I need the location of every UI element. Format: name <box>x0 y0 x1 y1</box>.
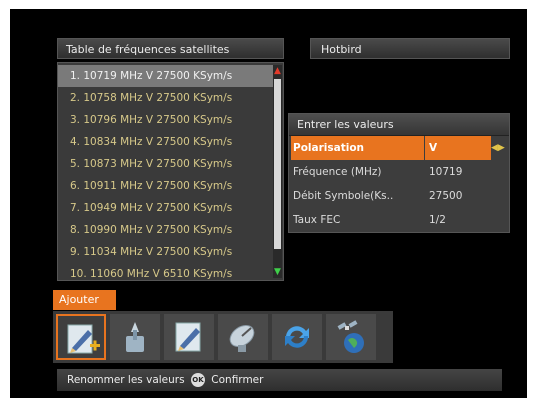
list-scrollbar[interactable]: ▲ ▼ <box>273 65 282 278</box>
scroll-thumb[interactable] <box>274 79 281 249</box>
frequency-list[interactable]: 1. 10719 MHz V 27500 KSym/s 2. 10758 MHz… <box>57 62 284 281</box>
frequency-item[interactable]: 1. 10719 MHz V 27500 KSym/s <box>58 65 275 87</box>
selected-tool-label: Ajouter <box>53 290 116 310</box>
polarisation-row[interactable]: Polarisation V ◀▶ <box>289 136 509 160</box>
symbol-rate-row[interactable]: Débit Symbole(Ks.. 27500 <box>289 184 509 208</box>
symbol-rate-value[interactable]: 27500 <box>429 184 462 208</box>
tools-button[interactable] <box>110 314 160 360</box>
polarisation-label: Polarisation <box>291 136 424 160</box>
dish-button[interactable] <box>218 314 268 360</box>
frequency-table-title: Table de fréquences satellites <box>57 38 284 59</box>
satellite-button[interactable] <box>326 314 376 360</box>
scroll-down-icon[interactable]: ▼ <box>273 266 282 278</box>
fec-row[interactable]: Taux FEC 1/2 <box>289 208 509 232</box>
frequency-value[interactable]: 10719 <box>429 160 462 184</box>
tv-screen: Table de fréquences satellites Hotbird 1… <box>10 9 527 398</box>
left-right-arrows-icon[interactable]: ◀▶ <box>491 136 505 160</box>
satellite-name: Hotbird <box>310 38 510 59</box>
fec-value[interactable]: 1/2 <box>429 208 446 232</box>
confirm-hint: Confirmer <box>211 374 264 386</box>
edit-icon <box>175 322 201 352</box>
tool-icon-bar <box>53 311 393 363</box>
refresh-button[interactable] <box>272 314 322 360</box>
frequency-label: Fréquence (MHz) <box>293 166 382 178</box>
add-button[interactable] <box>56 314 106 360</box>
frequency-item[interactable]: 5. 10873 MHz V 27500 KSym/s <box>58 153 275 175</box>
enter-values-dialog: Entrer les valeurs Polarisation V ◀▶ Fré… <box>288 113 510 233</box>
scroll-up-icon[interactable]: ▲ <box>273 65 282 77</box>
frequency-row[interactable]: Fréquence (MHz) 10719 <box>289 160 509 184</box>
frequency-item[interactable]: 3. 10796 MHz V 27500 KSym/s <box>58 109 275 131</box>
frequency-item[interactable]: 6. 10911 MHz V 27500 KSym/s <box>58 175 275 197</box>
frequency-item[interactable]: 7. 10949 MHz V 27500 KSym/s <box>58 197 275 219</box>
status-bar: Renommer les valeurs OK Confirmer <box>57 369 502 391</box>
frequency-item[interactable]: 2. 10758 MHz V 27500 KSym/s <box>58 87 275 109</box>
tools-icon <box>126 322 144 352</box>
fec-label: Taux FEC <box>293 214 341 226</box>
satellite-dish-icon <box>229 325 255 352</box>
satellite-earth-icon <box>337 320 364 353</box>
symbol-rate-label: Débit Symbole(Ks.. <box>293 190 394 202</box>
rename-hint: Renommer les valeurs <box>67 374 185 386</box>
frequency-item[interactable]: 9. 11034 MHz V 27500 KSym/s <box>58 241 275 263</box>
dialog-title: Entrer les valeurs <box>289 114 509 136</box>
edit-button[interactable] <box>164 314 214 360</box>
frequency-item[interactable]: 8. 10990 MHz V 27500 KSym/s <box>58 219 275 241</box>
edit-add-icon <box>67 324 100 354</box>
polarisation-value[interactable]: V <box>425 136 491 160</box>
frequency-item[interactable]: 4. 10834 MHz V 27500 KSym/s <box>58 131 275 153</box>
ok-button-icon: OK <box>190 373 205 387</box>
refresh-icon <box>285 326 309 348</box>
frequency-item[interactable]: 10. 11060 MHz V 6510 KSym/s <box>58 263 275 285</box>
